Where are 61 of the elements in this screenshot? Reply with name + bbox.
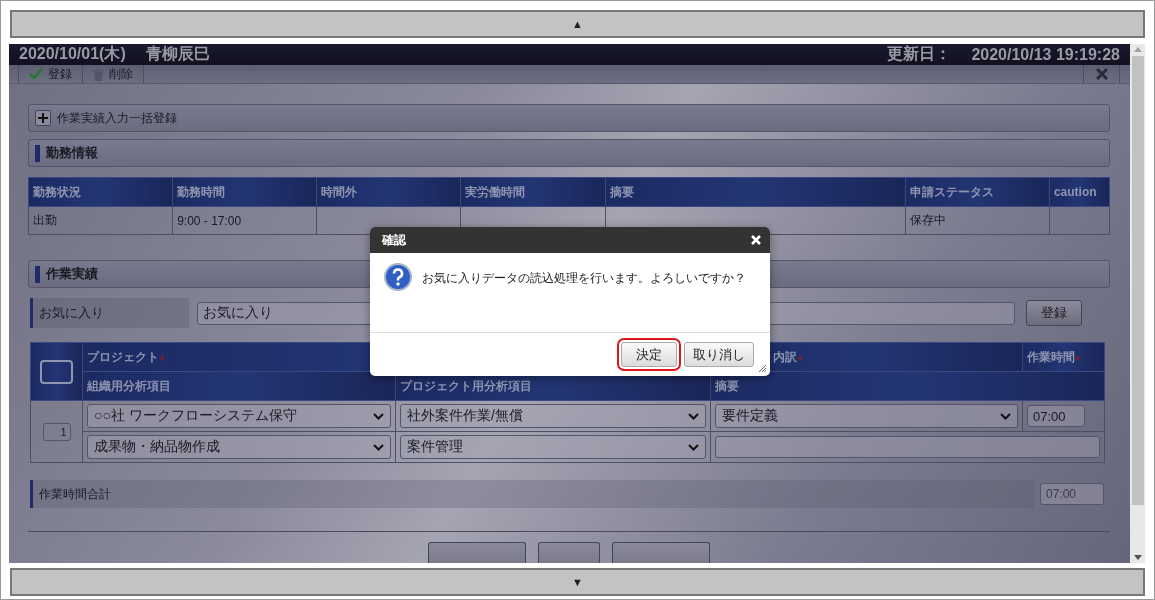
close-icon [1095,68,1108,80]
column-header: 勤務時間 [172,177,317,207]
chevron-down-icon [373,412,384,420]
question-icon [384,263,412,291]
close-icon [751,235,761,245]
section-header[interactable]: 作業実績入力一括登録 [28,104,1110,132]
chevron-down-icon [1000,412,1011,420]
column-header: caution [1049,177,1110,207]
scroll-up-icon [1133,47,1142,52]
column-header: 組織用分析項目 [82,371,396,401]
section-marker [35,265,40,283]
footer-button[interactable] [612,542,710,563]
column-header: 勤務状況 [28,177,173,207]
column-header: 摘要 [605,177,906,207]
row-number: 1 [42,422,71,441]
plus-icon [38,113,48,123]
field-label: お気に入り [30,298,189,328]
chevron-down-icon [688,443,699,451]
updated-timestamp: 2020/10/13 19:19:28 [971,45,1120,64]
chevron-down-icon [688,412,699,420]
column-header: 時間外 [316,177,461,207]
select-all-checkbox[interactable] [40,359,73,384]
field-label: 作業時間合計 [30,480,1034,508]
table-cell: 保存中 [905,206,1050,235]
summary-field[interactable] [715,436,1100,458]
user-name: 青柳辰巳 [145,44,210,64]
updated-label: 更新日： [887,44,952,64]
select-field[interactable]: 成果物・納品物作成 [87,435,391,459]
scrollbar[interactable] [1130,44,1145,563]
register-button[interactable]: 登録 [1026,300,1082,326]
dialog-title: 確認 [382,231,406,249]
delete-button[interactable]: 削除 [82,65,144,83]
hours-field[interactable]: 07:00 [1027,405,1085,427]
dialog-message: お気に入りデータの読込処理を行います。よろしいですか？ [422,270,746,287]
scroll-up-bar[interactable]: ▲ [10,10,1145,38]
cancel-button[interactable]: 取り消し [684,342,754,367]
column-header: 申請ステータス [905,177,1050,207]
select-field[interactable]: ○○社 ワークフローシステム保守 [87,404,391,428]
section-title: 作業実績 [46,265,98,283]
check-icon [29,68,43,80]
footer-button[interactable] [428,542,526,563]
select-field[interactable]: 社外案件作業/無償 [400,404,706,428]
date-text: 2020/10/01(木) [19,44,126,64]
section-marker [35,144,40,162]
section-title: 作業実績入力一括登録 [57,109,177,127]
select-field[interactable]: 要件定義 [715,404,1018,428]
register-button[interactable]: 登録 [18,65,83,83]
footer-button[interactable] [538,542,600,563]
expand-button[interactable] [35,110,51,126]
section-title: 勤務情報 [46,144,98,162]
table-cell: 9:00 - 17:00 [172,206,317,235]
scroll-down-bar[interactable]: ▼ [10,568,1145,596]
resize-grip-icon [759,365,766,372]
select-field[interactable]: 案件管理 [400,435,706,459]
table-cell: 出勤 [28,206,173,235]
scroll-down-icon [1133,555,1142,560]
total-hours-field: 07:00 [1040,483,1104,505]
chevron-down-icon [373,443,384,451]
column-header: 摘要 [710,371,1105,401]
column-header: 作業時間 [1022,342,1105,372]
column-header: 実労働時間 [460,177,605,207]
